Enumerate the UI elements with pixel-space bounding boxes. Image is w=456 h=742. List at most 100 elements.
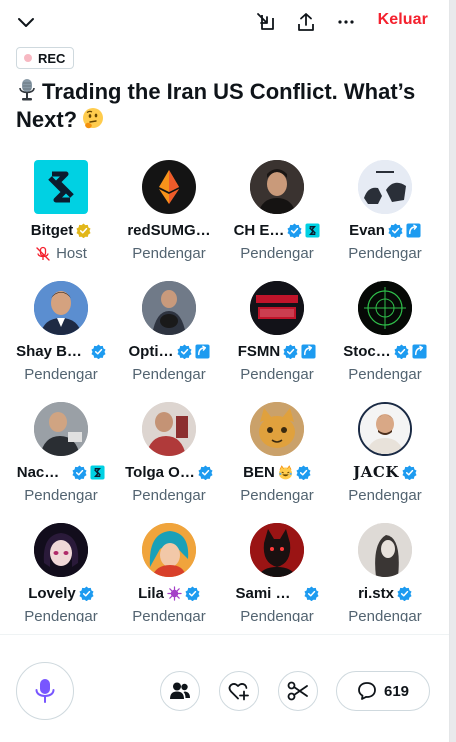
participant-name: JACK [353,463,399,481]
verified-badge-icon [287,222,302,238]
participant-role: Pendengar [132,608,206,622]
affiliate-badge-icon [406,222,421,238]
affiliate-badge-icon [194,343,210,359]
spaces-panel: Keluar REC Trading the Iran US Conflict.… [0,0,450,742]
verified-badge-icon [72,464,87,480]
participant-name: Lila [138,584,164,602]
more-options-icon[interactable] [332,8,360,36]
participant-role: Pendengar [132,487,206,504]
studio-microphone-emoji-icon [16,78,38,102]
participant-name: Stoc… [343,342,391,360]
avatar [250,523,304,577]
participant-redsumg[interactable]: redSUMG… Pendengar [115,160,223,278]
participant-role: Pendengar [348,487,422,504]
collapse-chevron-icon[interactable] [12,8,40,36]
affiliate-badge-icon [412,343,427,359]
participant-ben[interactable]: BEN Pendengar [223,402,331,520]
avatar [250,402,304,456]
microphone-icon [35,679,55,703]
participant-lila[interactable]: Lila Pendengar [115,523,223,622]
verified-badge-icon [91,343,106,359]
recording-label: REC [38,50,66,66]
participant-name: redSUMG… [127,221,211,239]
people-icon [170,682,190,699]
participant-lovely[interactable]: Lovely Pendengar [7,523,115,622]
verified-badge-icon [394,343,409,359]
participant-fsmn[interactable]: FSMN Pendengar [223,281,331,399]
participants-grid: Bitget Host redSUMG… Pendengar CH E… Pen… [0,160,449,622]
affiliate-badge-icon [90,464,105,480]
avatar [142,281,196,335]
heart-plus-icon [228,683,249,701]
participant-name: FSMN [237,342,281,360]
affiliate-badge-icon [305,222,320,238]
avatar [358,160,412,214]
avatar [142,523,196,577]
verified-badge-icon [402,464,417,480]
avatar [250,160,304,214]
share-icon[interactable] [292,8,320,36]
participant-role: Pendengar [240,245,314,262]
affiliate-badge-icon [301,343,316,359]
reaction-button[interactable] [219,671,259,711]
space-controls-bar: 619 [0,634,449,742]
verified-badge-icon [303,585,319,601]
participant-evan[interactable]: Evan Pendengar [331,160,439,278]
participant-role: Pendengar [240,608,314,622]
avatar [358,402,412,456]
participant-name: Nac… [16,463,60,481]
participant-name: Sami … [235,584,291,602]
participant-sami[interactable]: Sami … Pendengar [223,523,331,622]
recording-badge: REC [16,47,75,69]
laughing-emoji-icon [278,464,292,479]
verified-badge-icon [283,343,298,359]
participant-name: Bitget [30,221,74,239]
participant-role: Pendengar [24,366,98,383]
reply-count: 619 [383,682,410,700]
space-title: Trading the Iran US Conflict. What’s Nex… [16,78,436,134]
gold-verified-badge-icon [76,222,91,238]
dock-icon[interactable] [252,8,280,36]
clip-button[interactable] [278,671,318,711]
avatar [358,281,412,335]
participant-stoc[interactable]: Stoc… Pendengar [331,281,439,399]
participant-ch-e[interactable]: CH E… Pendengar [223,160,331,278]
participant-name: CH E… [233,221,285,239]
participant-tolga-o[interactable]: Tolga O… Pendengar [115,402,223,520]
participant-role: Pendengar [24,608,98,622]
participant-role: Pendengar [240,487,314,504]
virus-emoji-icon [167,585,182,601]
verified-badge-icon [388,222,403,238]
muted-mic-icon [36,246,50,261]
participants-button[interactable] [160,671,200,711]
participant-name: BEN [243,463,275,481]
participant-shay-b[interactable]: Shay B… Pendengar [7,281,115,399]
space-title-text: Trading the Iran US Conflict. What’s Nex… [16,79,416,132]
avatar [142,160,196,214]
replies-button[interactable]: 619 [336,671,430,711]
avatar [358,523,412,577]
participant-bitget[interactable]: Bitget Host [7,160,115,278]
participant-nac[interactable]: Nac… Pendengar [7,402,115,520]
top-bar: Keluar [0,0,449,44]
avatar [34,281,88,335]
leave-button[interactable]: Keluar [378,11,428,29]
thinking-face-emoji-icon [81,107,105,131]
verified-badge-icon [296,464,311,480]
participant-role: Pendengar [24,487,98,504]
request-to-speak-button[interactable] [16,662,74,720]
participant-role: Pendengar [348,245,422,262]
participant-name: Opti… [128,342,174,360]
participant-jack[interactable]: JACK Pendengar [331,402,439,520]
participant-opti[interactable]: Opti… Pendengar [115,281,223,399]
recording-dot-icon [24,54,32,62]
verified-badge-icon [185,585,200,601]
comment-bubble-icon [358,682,376,700]
verified-badge-icon [397,585,412,601]
participant-name: Tolga O… [125,463,195,481]
participant-ri-stx[interactable]: ri.stx Pendengar [331,523,439,622]
participant-name: Evan [349,221,385,239]
participant-role: Pendengar [240,366,314,383]
avatar [34,402,88,456]
participant-name: Lovely [28,584,76,602]
